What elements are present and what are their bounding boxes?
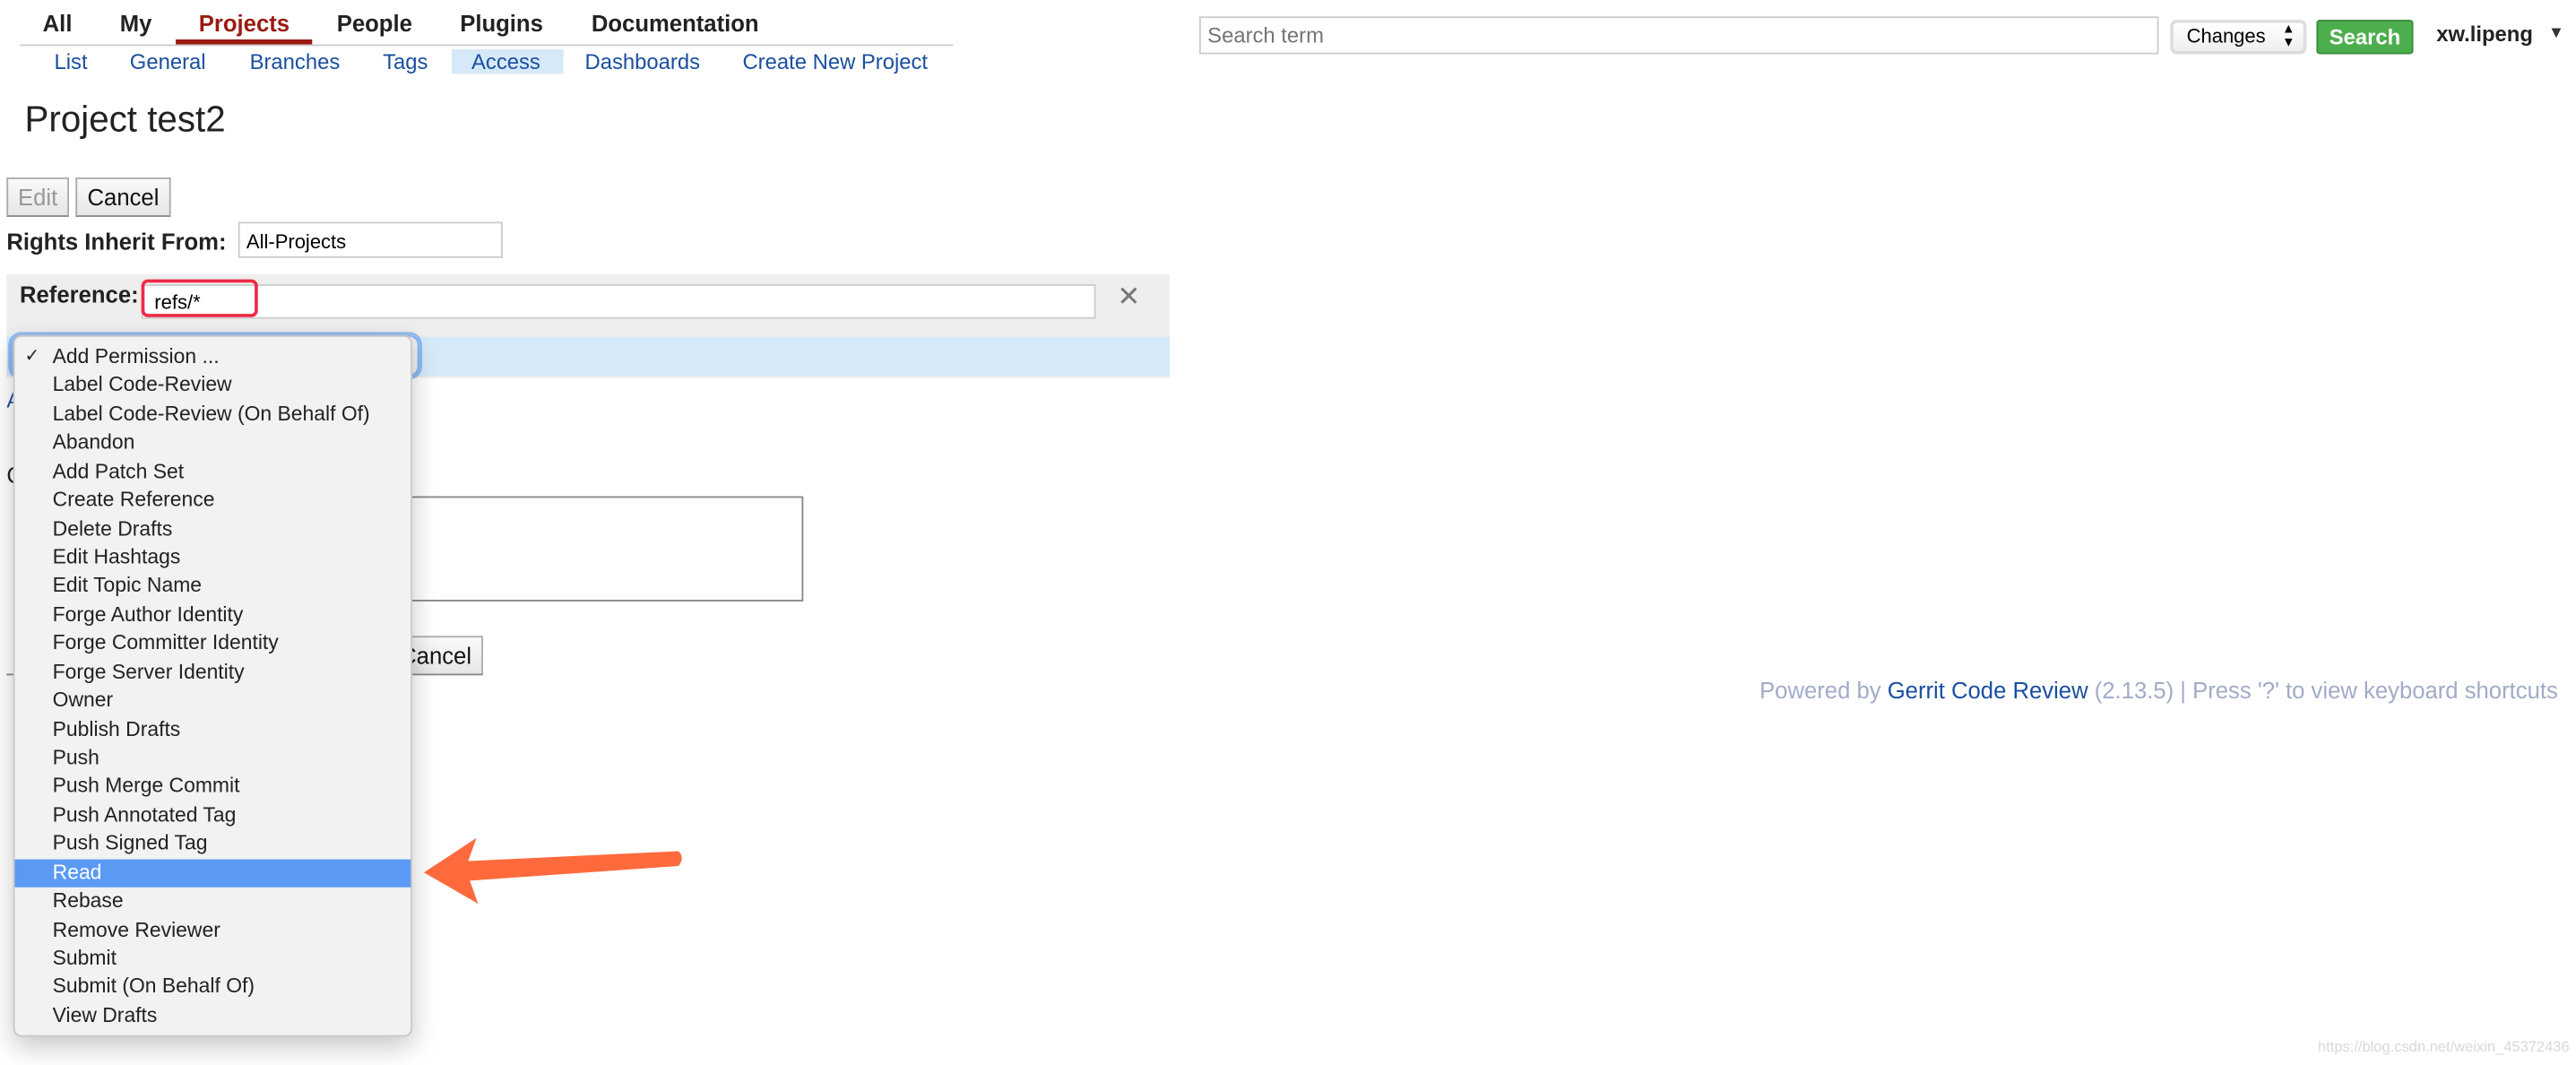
nav-people[interactable]: People	[337, 10, 412, 36]
menu-item-label: Add Patch Set	[52, 459, 185, 483]
menu-item-label: Create Reference	[52, 488, 215, 512]
annotation-arrow	[423, 837, 682, 905]
menu-item[interactable]: Label Code-Review	[14, 372, 411, 401]
permission-dropdown-menu[interactable]: ✓ Add Permission ... Label Code-Review Labe…	[13, 334, 413, 1037]
subnav-dashboards[interactable]: Dashboards	[585, 49, 701, 75]
menu-item-label: Remove Reviewer	[52, 917, 220, 941]
menu-item-label: Edit Hashtags	[52, 545, 181, 569]
caret-down-icon[interactable]: ▼	[2548, 24, 2564, 42]
menu-item[interactable]: Submit (On Behalf Of)	[14, 974, 411, 1002]
subnav-tags[interactable]: Tags	[383, 49, 428, 75]
search-scope-select[interactable]: Changes ▲ ▼	[2170, 19, 2307, 55]
page-title: Project test2	[24, 98, 226, 140]
nav-all[interactable]: All	[43, 10, 73, 36]
rights-inherit-input[interactable]: All-Projects	[238, 221, 503, 258]
menu-item-label: Push	[52, 746, 99, 769]
checkmark-icon: ✓	[24, 346, 40, 367]
menu-item-label: Submit (On Behalf Of)	[52, 974, 255, 999]
menu-item[interactable]: Publish Drafts	[14, 715, 411, 744]
menu-item[interactable]: Push Merge Commit	[14, 773, 411, 801]
menu-item[interactable]: Owner	[14, 687, 411, 715]
menu-item[interactable]: ✓ Add Permission ...	[14, 343, 411, 372]
watermark: https://blog.csdn.net/weixin_45372436	[2317, 1038, 2570, 1055]
menu-item-label: Push Merge Commit	[52, 775, 240, 798]
menu-item-label: Forge Author Identity	[52, 602, 244, 627]
cancel-button[interactable]: Cancel	[75, 177, 171, 217]
menu-item-label: Push Annotated Tag	[52, 803, 237, 827]
menu-item[interactable]: Forge Author Identity	[14, 602, 411, 630]
menu-item-label: Label Code-Review (On Behalf Of)	[52, 402, 370, 426]
menu-item[interactable]: Push	[14, 744, 411, 773]
reference-label: Reference:	[19, 281, 139, 307]
subnav-create-new-project[interactable]: Create New Project	[742, 49, 928, 75]
menu-item-label: Submit	[52, 946, 117, 970]
subnav-list[interactable]: List	[54, 49, 87, 75]
updown-arrows-icon: ▲ ▼	[2282, 21, 2295, 49]
search-input[interactable]	[1199, 16, 2159, 55]
menu-item[interactable]: Push Signed Tag	[14, 830, 411, 859]
menu-item-label: Forge Committer Identity	[52, 631, 279, 655]
menu-item[interactable]: Forge Server Identity	[14, 658, 411, 687]
menu-item-label: Owner	[52, 688, 114, 712]
nav-divider	[19, 44, 954, 47]
footer-suffix: (2.13.5) | Press '?' to view keyboard sh…	[2088, 677, 2558, 704]
subnav-access[interactable]: Access	[471, 49, 540, 75]
menu-item-label: Forge Server Identity	[52, 660, 245, 683]
menu-item-label: Add Permission ...	[52, 344, 220, 368]
menu-item-label: Abandon	[52, 430, 135, 455]
footer-prefix: Powered by	[1759, 677, 1888, 704]
menu-item-label: Rebase	[52, 888, 124, 913]
search-scope-value: Changes	[2186, 24, 2266, 48]
nav-my[interactable]: My	[120, 10, 152, 36]
annotation-highlight-box	[141, 279, 258, 317]
menu-item-label: Push Signed Tag	[52, 831, 208, 855]
rights-inherit-label: Rights Inherit From:	[6, 228, 227, 255]
menu-item[interactable]: Remove Reviewer	[14, 916, 411, 945]
gerrit-link[interactable]: Gerrit Code Review	[1888, 677, 2088, 703]
reference-input[interactable]: refs/*	[141, 284, 1096, 319]
nav-plugins[interactable]: Plugins	[460, 10, 543, 36]
menu-item[interactable]: Submit	[14, 945, 411, 974]
search-button[interactable]: Search	[2316, 19, 2414, 55]
active-tab-underline	[176, 39, 313, 45]
subnav-general[interactable]: General	[130, 49, 206, 75]
footer: Powered by Gerrit Code Review (2.13.5) |…	[1759, 677, 2558, 703]
menu-item-label: Read	[52, 860, 102, 884]
menu-item[interactable]: View Drafts	[14, 1002, 411, 1031]
menu-item-label: View Drafts	[52, 1003, 158, 1027]
menu-item[interactable]: Add Patch Set	[14, 458, 411, 487]
nav-projects[interactable]: Projects	[199, 10, 290, 36]
menu-item[interactable]: Label Code-Review (On Behalf Of)	[14, 401, 411, 429]
menu-item[interactable]: Edit Topic Name	[14, 573, 411, 602]
menu-item[interactable]: Edit Hashtags	[14, 544, 411, 573]
menu-item-label: Delete Drafts	[52, 516, 173, 541]
subnav-branches[interactable]: Branches	[250, 49, 341, 75]
menu-item[interactable]: Rebase	[14, 888, 411, 916]
delete-reference-icon[interactable]: ✕	[1117, 281, 1140, 314]
menu-item[interactable]: Push Annotated Tag	[14, 801, 411, 830]
menu-item-label: Edit Topic Name	[52, 574, 203, 598]
menu-item[interactable]: Delete Drafts	[14, 515, 411, 544]
menu-item[interactable]: Forge Committer Identity	[14, 630, 411, 659]
user-menu[interactable]: xw.lipeng	[2436, 22, 2533, 46]
menu-item-label: Publish Drafts	[52, 717, 181, 740]
gerrit-page: All My Projects People Plugins Documenta…	[0, 0, 2576, 1065]
nav-documentation[interactable]: Documentation	[592, 10, 759, 36]
menu-item-label: Label Code-Review	[52, 373, 232, 397]
menu-item[interactable]: Read	[14, 859, 411, 888]
edit-button[interactable]: Edit	[6, 177, 69, 217]
menu-item[interactable]: Abandon	[14, 429, 411, 458]
menu-item[interactable]: Create Reference	[14, 487, 411, 515]
